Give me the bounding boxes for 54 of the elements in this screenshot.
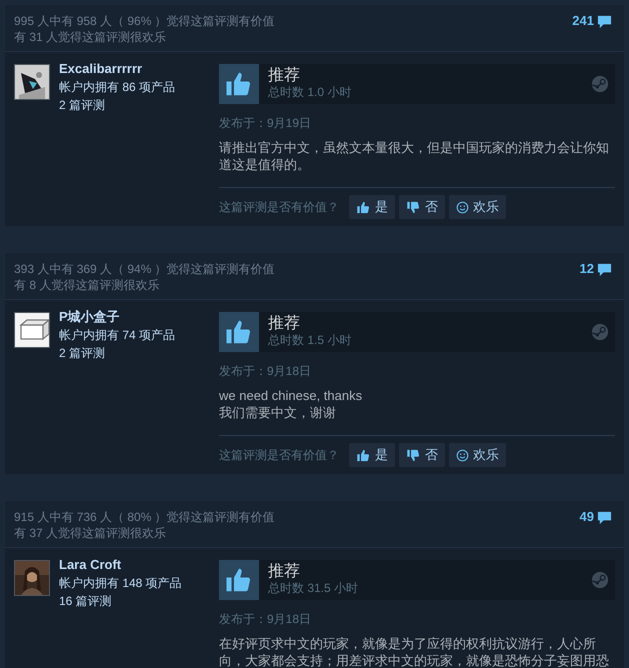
- thumbs-down-icon: [406, 448, 421, 462]
- thumbs-up-icon: [356, 200, 371, 214]
- comment-count[interactable]: 49: [580, 509, 594, 525]
- comment-icon: [597, 510, 612, 525]
- helpful-count-text: 995 人中有 958 人（ 96% ）觉得这篇评测有价值: [14, 13, 275, 29]
- playtime-text: 总时数 1.5 小时: [268, 332, 352, 349]
- products-owned-text: 帐户内拥有 86 项产品: [59, 79, 176, 96]
- review-count-link[interactable]: 16 篇评测: [59, 592, 182, 610]
- helpful-question: 这篇评测是否有价值？: [219, 199, 339, 216]
- avatar-frame[interactable]: [14, 64, 50, 100]
- steam-logo-icon: [591, 75, 609, 93]
- vote-button[interactable]: 否: [399, 195, 445, 219]
- author-name[interactable]: Lara Croft: [59, 556, 182, 574]
- thumbs-down-icon: [406, 200, 421, 214]
- steam-logo-icon: [591, 571, 609, 589]
- avatar-frame[interactable]: [14, 312, 50, 348]
- avatar-frame[interactable]: [14, 560, 50, 596]
- author-name[interactable]: P城小盒子: [59, 308, 176, 326]
- vote-button[interactable]: 否: [399, 443, 445, 467]
- review-count-link[interactable]: 2 篇评测: [59, 96, 176, 114]
- verdict-title: 推荐: [268, 67, 301, 84]
- products-owned-text: 帐户内拥有 148 项产品: [59, 575, 182, 592]
- review-text: we need chinese, thanks: [219, 387, 364, 404]
- vote-button[interactable]: 欢乐: [449, 195, 506, 219]
- posted-date: 发布于：9月18日: [219, 611, 312, 627]
- helpful-count-text: 393 人中有 369 人（ 94% ）觉得这篇评测有价值: [14, 261, 275, 277]
- playtime-text: 总时数 31.5 小时: [268, 580, 358, 597]
- helpful-question: 这篇评测是否有价值？: [219, 447, 339, 464]
- smiley-icon: [456, 200, 469, 214]
- review-text: 请推出官方中文，虽然文本量很大，但是中国玩家的消费力会让你知道这是值得的。: [219, 139, 610, 173]
- funny-count-text: 有 37 人觉得这篇评测很欢乐: [14, 525, 168, 541]
- comment-icon: [597, 14, 612, 29]
- review-text: 在好评页求中文的玩家，就像是为了应得的权利抗议游行，人心所向，大家都会支持；用差评求中文的玩家，就像是恐怖分子妄图用恐: [219, 635, 610, 668]
- helpful-count-text: 915 人中有 736 人（ 80% ）觉得这篇评测有价值: [14, 509, 275, 525]
- vote-button[interactable]: 欢乐: [449, 443, 506, 467]
- review-count-link[interactable]: 2 篇评测: [59, 344, 176, 362]
- smiley-icon: [456, 448, 469, 462]
- vote-button[interactable]: 是: [349, 443, 395, 467]
- thumbs-up-icon: [356, 448, 371, 462]
- verdict-title: 推荐: [268, 315, 301, 332]
- funny-count-text: 有 31 人觉得这篇评测很欢乐: [14, 29, 168, 45]
- comment-icon: [597, 262, 612, 277]
- products-owned-text: 帐户内拥有 74 项产品: [59, 327, 176, 344]
- playtime-text: 总时数 1.0 小时: [268, 84, 352, 101]
- review-text: 我们需要中文，谢谢: [219, 404, 337, 421]
- posted-date: 发布于：9月19日: [219, 115, 312, 131]
- author-name[interactable]: Excalibarrrrrr: [59, 60, 176, 78]
- comment-count[interactable]: 12: [580, 261, 594, 277]
- comment-count[interactable]: 241: [572, 13, 594, 29]
- funny-count-text: 有 8 人觉得这篇评测很欢乐: [14, 277, 160, 293]
- verdict-title: 推荐: [268, 563, 301, 580]
- posted-date: 发布于：9月18日: [219, 363, 312, 379]
- steam-logo-icon: [591, 323, 609, 341]
- vote-button[interactable]: 是: [349, 195, 395, 219]
